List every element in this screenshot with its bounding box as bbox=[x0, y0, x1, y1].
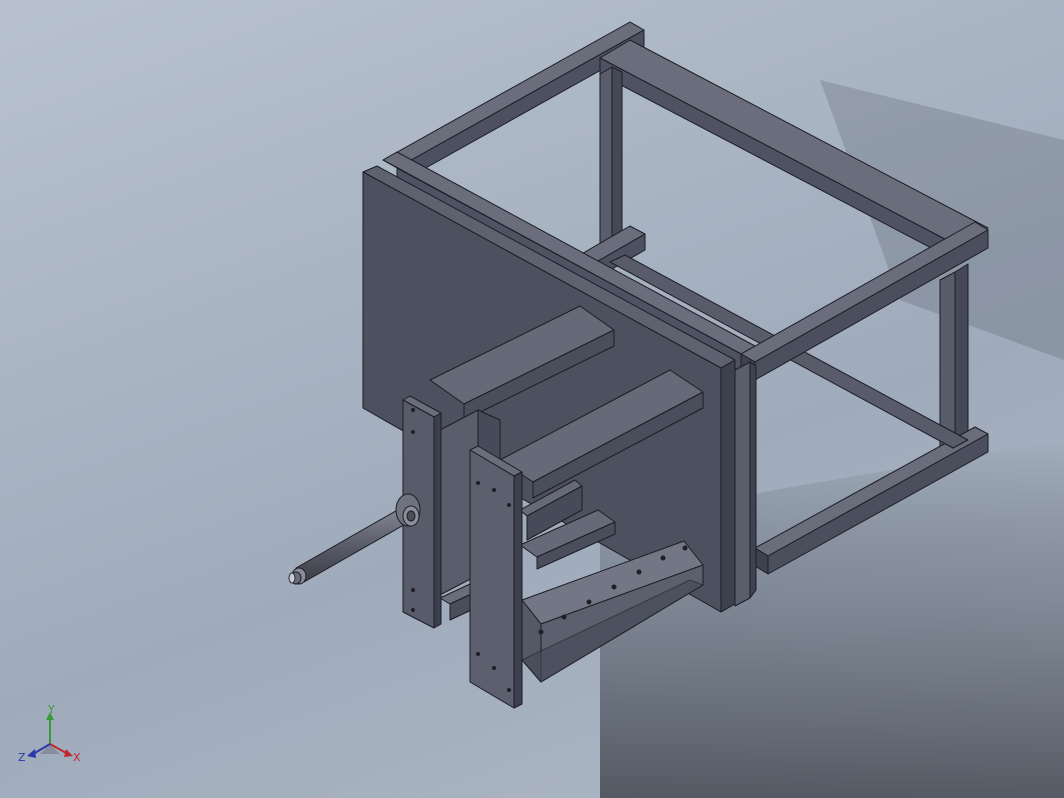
shaft-flange[interactable] bbox=[395, 493, 421, 527]
view-orientation-triad[interactable]: Y X Z bbox=[18, 704, 88, 768]
y-axis-arrow-icon bbox=[46, 712, 54, 744]
frame-front-post[interactable] bbox=[734, 361, 757, 607]
right-end-plate[interactable] bbox=[469, 445, 523, 709]
assembly-model[interactable] bbox=[0, 0, 1064, 798]
x-axis-label: X bbox=[73, 751, 81, 764]
z-axis-label: Z bbox=[18, 751, 26, 764]
y-axis-label: Y bbox=[47, 704, 55, 716]
cad-graphics-viewport[interactable]: Y X Z bbox=[0, 0, 1064, 798]
